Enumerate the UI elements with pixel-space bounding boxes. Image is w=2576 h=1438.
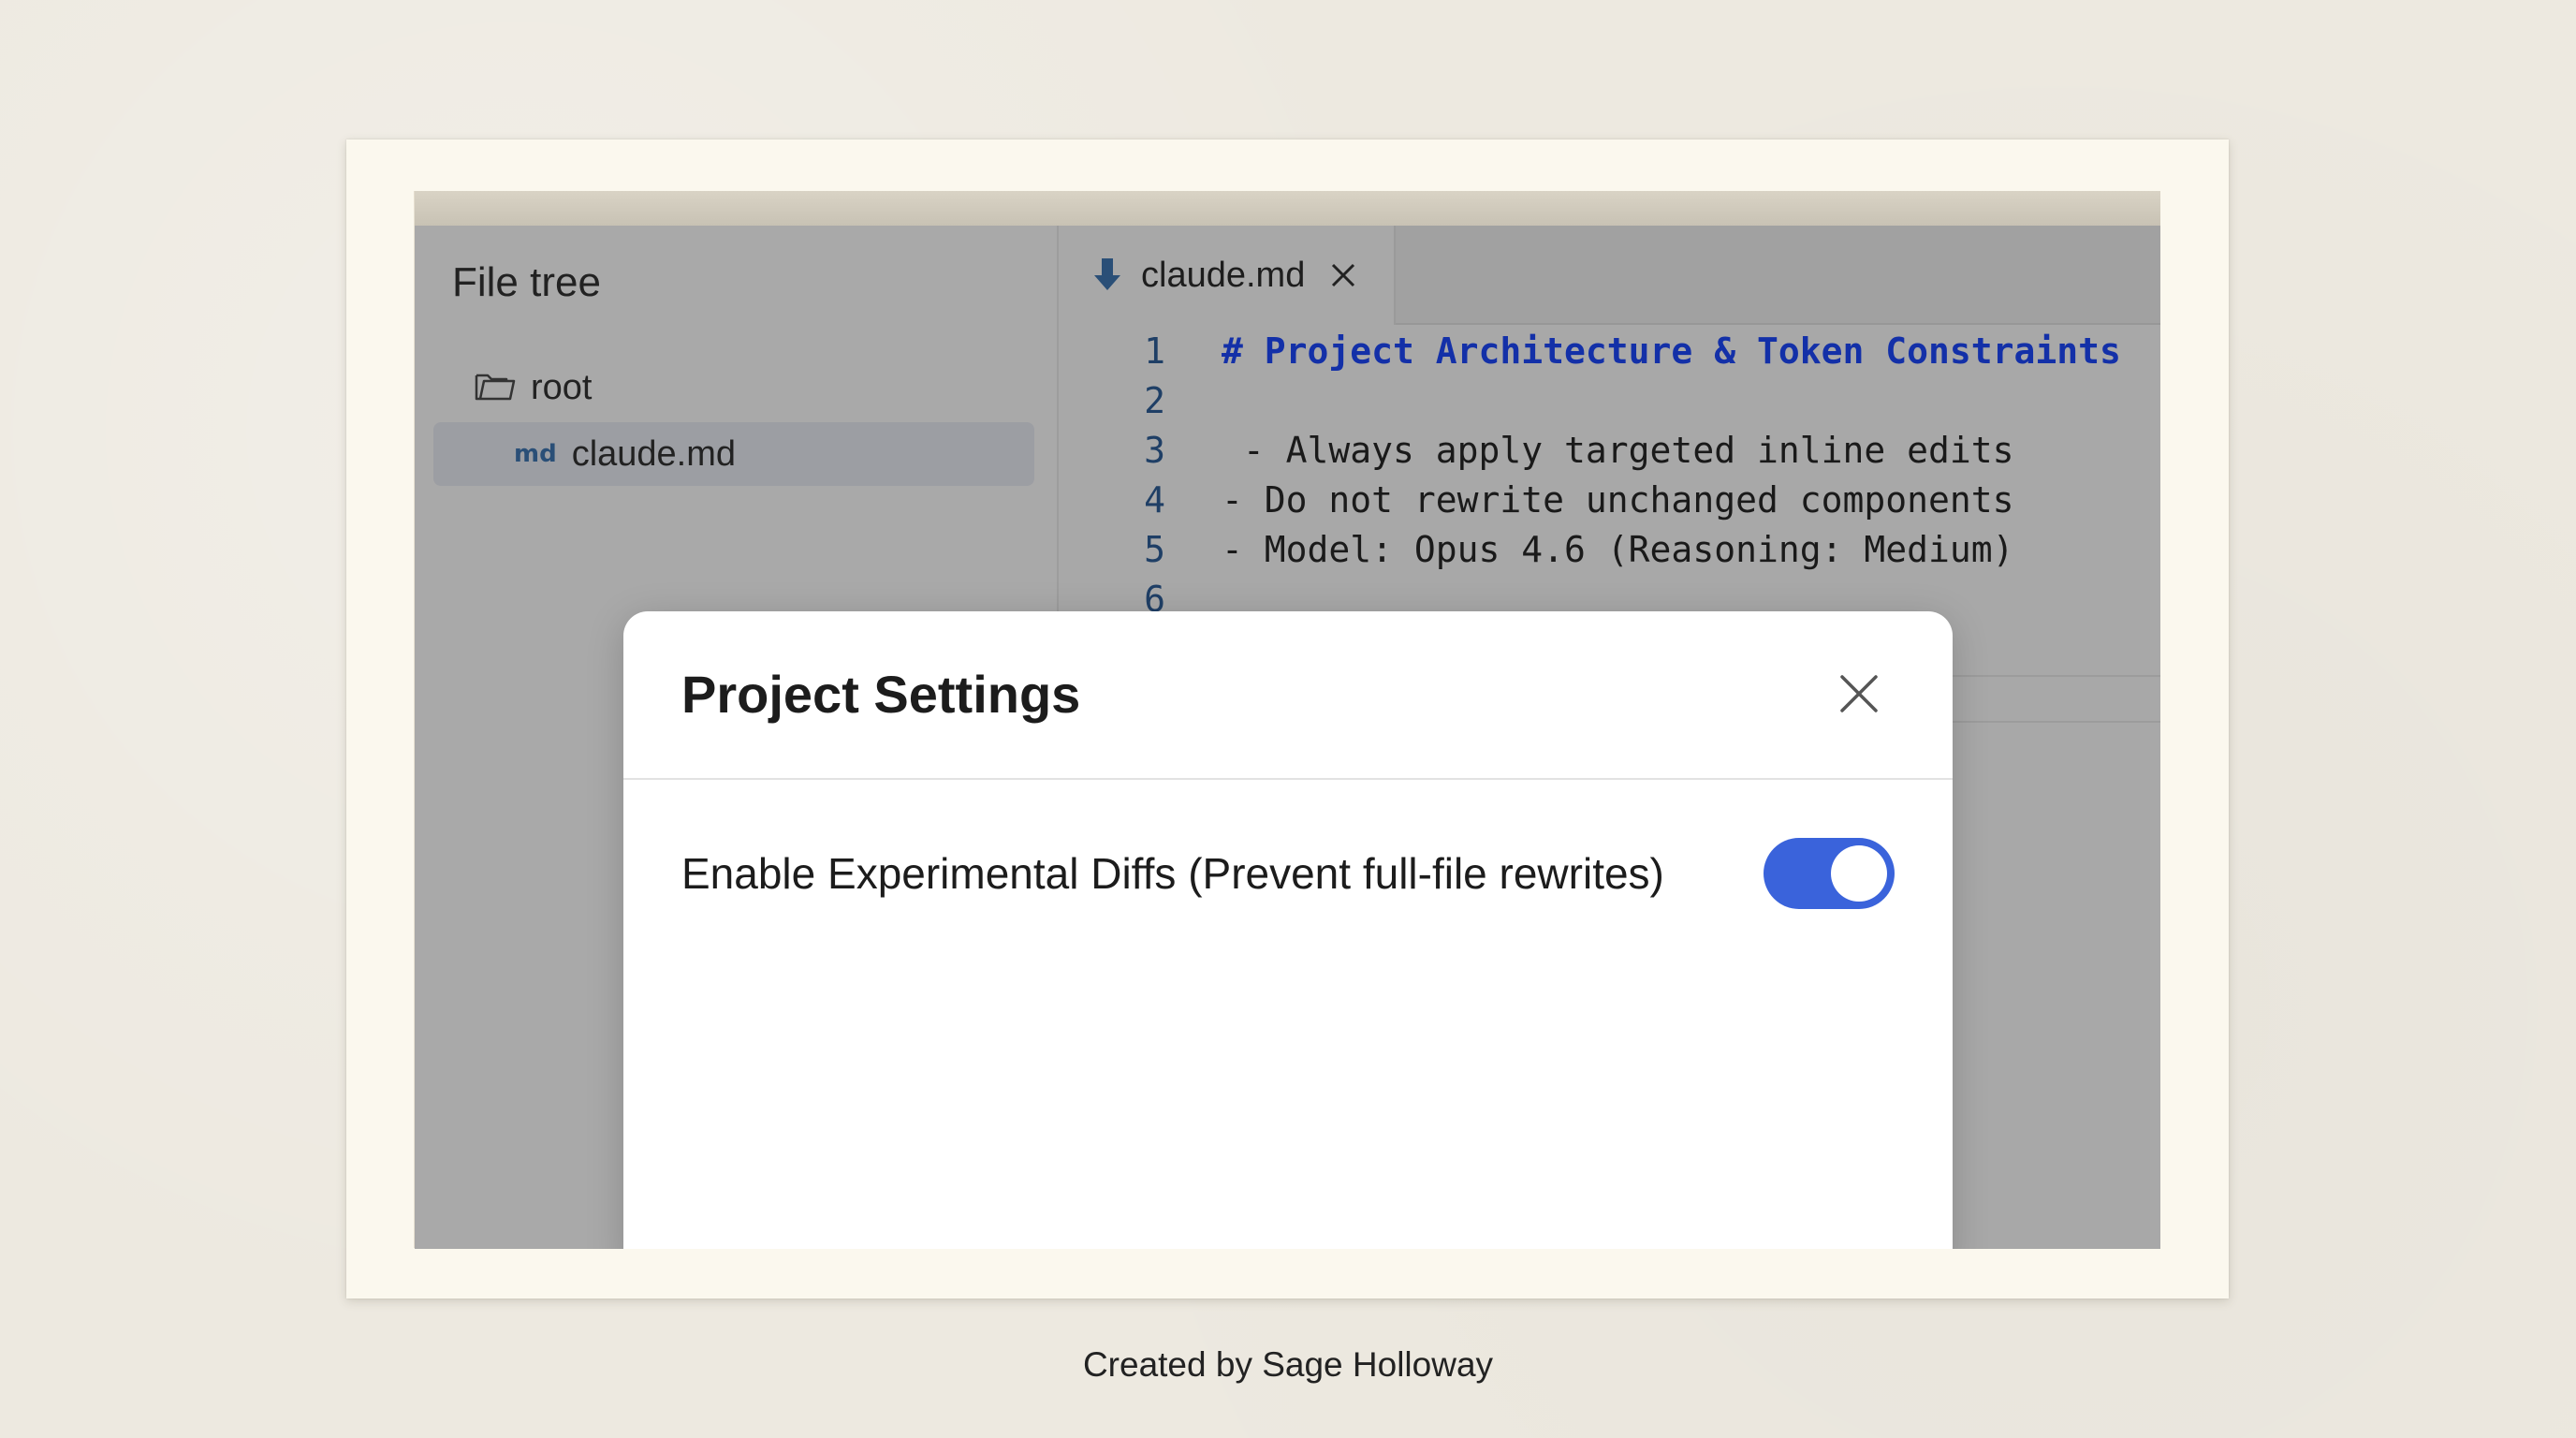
line-number: 3 bbox=[1144, 430, 1165, 471]
toggle-knob bbox=[1831, 845, 1887, 902]
line-text: - Model: Opus 4.6 (Reasoning: Medium) bbox=[1222, 529, 2014, 570]
markdown-file-icon: md bbox=[514, 440, 557, 468]
tab-label: claude.md bbox=[1141, 255, 1306, 295]
dialog-title: Project Settings bbox=[681, 665, 1081, 724]
setting-label: Enable Experimental Diffs (Prevent full-… bbox=[681, 849, 1664, 898]
line-number: 4 bbox=[1144, 479, 1165, 521]
tree-item-label: claude.md bbox=[571, 433, 737, 474]
tab-claude-md[interactable]: claude.md bbox=[1059, 226, 1396, 325]
code-line: 4 - Do not rewrite unchanged components bbox=[1059, 476, 2160, 525]
line-number: 2 bbox=[1144, 380, 1165, 421]
line-text: # Project Architecture & Token Constrain… bbox=[1222, 330, 2121, 372]
close-icon[interactable] bbox=[1329, 261, 1357, 289]
code-line: 5 - Model: Opus 4.6 (Reasoning: Medium) bbox=[1059, 525, 2160, 575]
line-number: 5 bbox=[1144, 529, 1165, 570]
line-text: - Always apply targeted inline edits bbox=[1222, 430, 2014, 471]
tree-item-label: root bbox=[531, 367, 593, 407]
line-number: 1 bbox=[1144, 330, 1165, 372]
code-area[interactable]: 1 # Project Architecture & Token Constra… bbox=[1059, 327, 2160, 624]
tab-bar: claude.md bbox=[1059, 226, 2160, 325]
dialog-header: Project Settings bbox=[623, 611, 1953, 780]
window-top-strip bbox=[415, 191, 2160, 226]
code-line: 2 bbox=[1059, 376, 2160, 426]
tree-item-claude-md[interactable]: md claude.md bbox=[433, 422, 1034, 486]
folder-icon bbox=[475, 370, 516, 406]
experimental-diffs-toggle[interactable] bbox=[1764, 838, 1895, 909]
code-line: 3 - Always apply targeted inline edits bbox=[1059, 426, 2160, 476]
close-icon[interactable] bbox=[1837, 671, 1881, 716]
download-arrow-icon bbox=[1094, 257, 1120, 294]
line-text: - Do not rewrite unchanged components bbox=[1222, 479, 2014, 521]
project-settings-dialog: Project Settings Enable Experimental Dif… bbox=[623, 611, 1953, 1249]
code-line: 1 # Project Architecture & Token Constra… bbox=[1059, 327, 2160, 376]
setting-row-experimental-diffs: Enable Experimental Diffs (Prevent full-… bbox=[681, 836, 1895, 911]
tree-item-root[interactable]: root bbox=[475, 364, 592, 411]
credit-caption: Created by Sage Holloway bbox=[1082, 1345, 1494, 1384]
app-window: File tree root md claude.md claude.md 1 … bbox=[415, 226, 2160, 1249]
file-tree-title: File tree bbox=[452, 259, 601, 305]
